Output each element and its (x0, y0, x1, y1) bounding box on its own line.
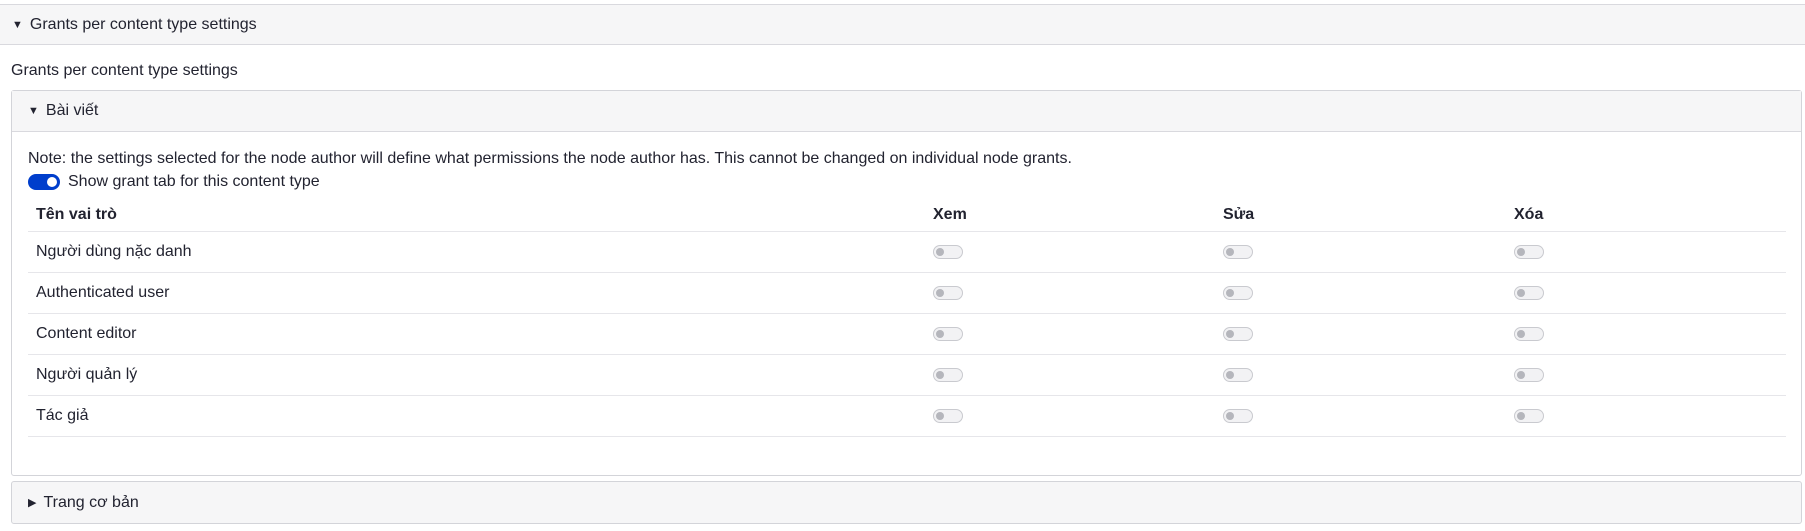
toggle-knob (936, 289, 944, 297)
toggle-knob (1226, 248, 1234, 256)
role-name: Người dùng nặc danh (36, 243, 192, 260)
toggle-knob (47, 177, 57, 187)
toggle-knob (1517, 289, 1525, 297)
view-toggle[interactable] (933, 286, 963, 300)
fieldset-legend: Grants per content type settings (11, 62, 238, 79)
delete-toggle[interactable] (1514, 286, 1544, 300)
author-note: Note: the settings selected for the node… (28, 150, 1072, 167)
table-row: Content editor (28, 314, 1786, 355)
header-delete: Xóa (1514, 206, 1544, 223)
header-role-name: Tên vai trò (36, 206, 117, 223)
toggle-knob (1226, 371, 1234, 379)
toggle-knob (1517, 412, 1525, 420)
table-row: Người dùng nặc danh (28, 232, 1786, 273)
edit-toggle[interactable] (1223, 245, 1253, 259)
show-grant-tab-label: Show grant tab for this content type (68, 173, 320, 190)
triangle-down-icon: ▼ (12, 18, 23, 31)
edit-toggle[interactable] (1223, 327, 1253, 341)
table-row: Tác giả (28, 396, 1786, 437)
content-type-details-article: ▼ Bài viết Note: the settings selected f… (11, 90, 1802, 476)
toggle-knob (1517, 248, 1525, 256)
view-toggle[interactable] (933, 368, 963, 382)
edit-toggle[interactable] (1223, 409, 1253, 423)
view-toggle[interactable] (933, 409, 963, 423)
show-grant-tab-toggle-row[interactable]: Show grant tab for this content type (28, 173, 320, 191)
triangle-right-icon: ▶ (28, 497, 37, 509)
content-type-summary-label: Trang cơ bản (43, 493, 139, 511)
show-grant-tab-toggle[interactable] (28, 174, 60, 190)
toggle-knob (936, 248, 944, 256)
delete-toggle[interactable] (1514, 245, 1544, 259)
grants-settings-summary[interactable]: ▼ Grants per content type settings (0, 4, 1805, 45)
toggle-knob (936, 412, 944, 420)
grants-table: Tên vai trò Xem Sửa Xóa Người dùng nặc d… (28, 199, 1786, 437)
table-row: Người quản lý (28, 355, 1786, 396)
toggle-knob (1517, 371, 1525, 379)
header-edit: Sửa (1223, 206, 1255, 223)
content-type-summary-basic-page[interactable]: ▶ Trang cơ bản (11, 481, 1802, 524)
delete-toggle[interactable] (1514, 409, 1544, 423)
toggle-knob (1226, 289, 1234, 297)
table-header-row: Tên vai trò Xem Sửa Xóa (28, 199, 1786, 232)
role-name: Authenticated user (36, 284, 170, 301)
content-type-summary-article[interactable]: ▼ Bài viết (12, 91, 1801, 132)
toggle-knob (1226, 330, 1234, 338)
delete-toggle[interactable] (1514, 368, 1544, 382)
toggle-knob (1226, 412, 1234, 420)
edit-toggle[interactable] (1223, 286, 1253, 300)
header-view: Xem (933, 206, 967, 223)
edit-toggle[interactable] (1223, 368, 1253, 382)
role-name: Content editor (36, 325, 137, 342)
role-name: Người quản lý (36, 366, 138, 383)
role-name: Tác giả (36, 407, 89, 424)
view-toggle[interactable] (933, 327, 963, 341)
toggle-knob (936, 330, 944, 338)
content-type-summary-label: Bài viết (45, 102, 99, 119)
table-row: Authenticated user (28, 273, 1786, 314)
delete-toggle[interactable] (1514, 327, 1544, 341)
toggle-knob (936, 371, 944, 379)
toggle-knob (1517, 330, 1525, 338)
grants-settings-summary-label: Grants per content type settings (29, 15, 257, 33)
view-toggle[interactable] (933, 245, 963, 259)
triangle-down-icon: ▼ (28, 105, 39, 117)
